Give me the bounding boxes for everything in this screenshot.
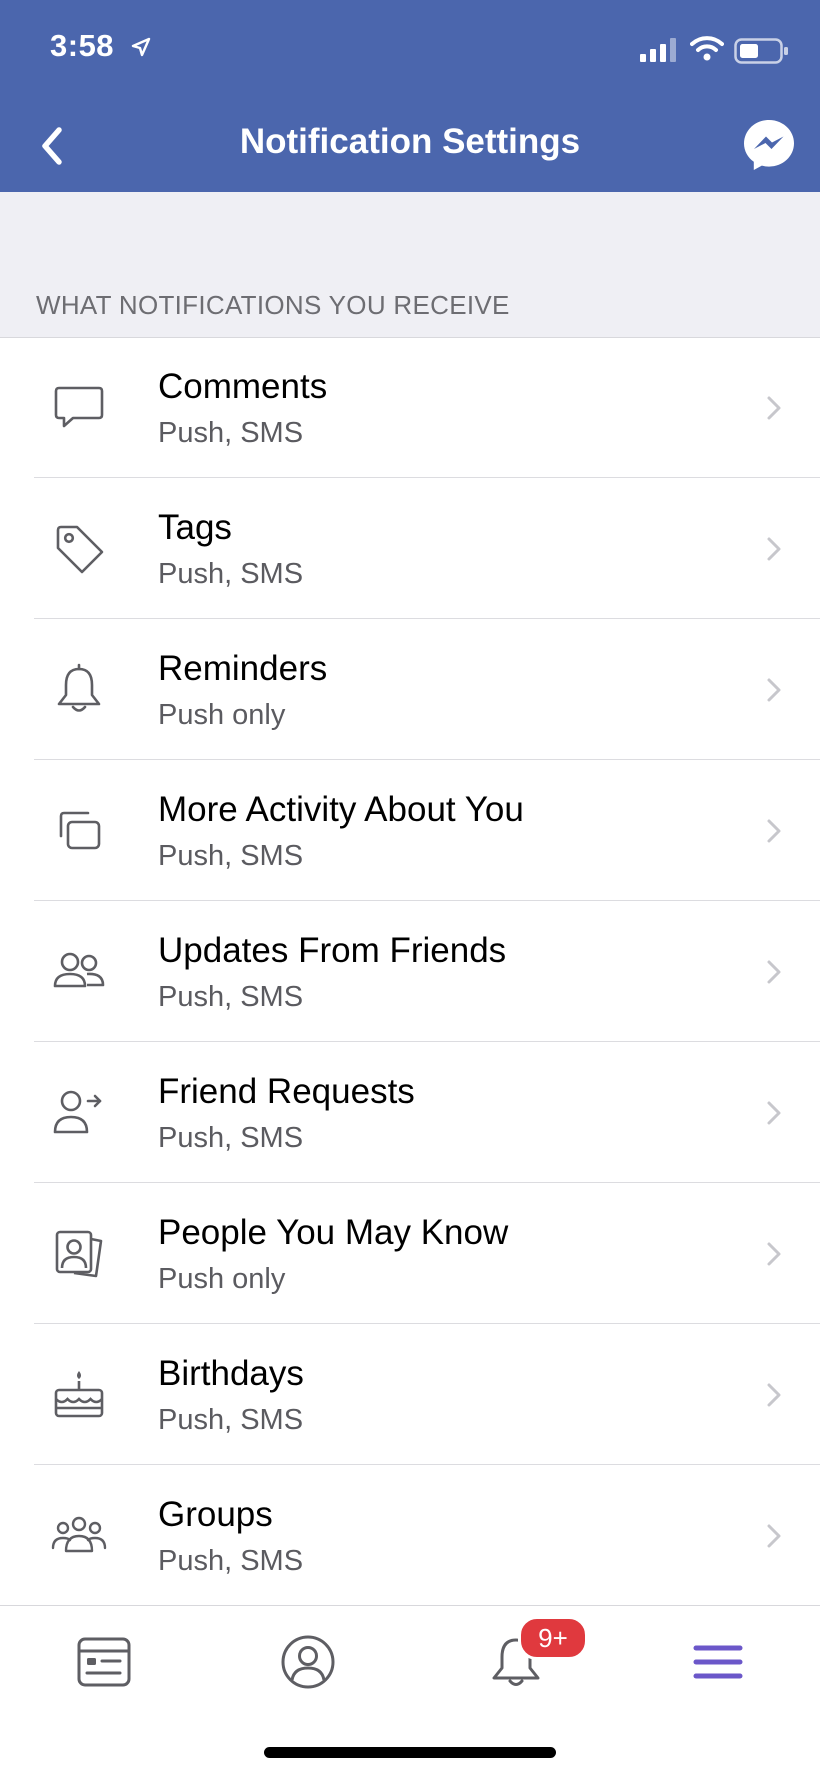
profile-icon[interactable] (276, 1630, 340, 1694)
list-item-subtitle: Push, SMS (158, 840, 304, 872)
chevron-right-icon (767, 819, 781, 843)
page-title: Notification Settings (239, 122, 581, 161)
list-item-more-activity[interactable]: More Activity About You Push, SMS (0, 760, 820, 901)
list-item-subtitle: Push, SMS (158, 1404, 304, 1436)
list-item-people-you-may-know[interactable]: People You May Know Push only (0, 1183, 820, 1324)
friends-icon (53, 952, 105, 988)
status-time: 3:58 (50, 28, 115, 63)
chevron-right-icon (767, 678, 781, 702)
section-header: WHAT NOTIFICATIONS YOU RECEIVE (36, 290, 510, 320)
list-item-subtitle: Push, SMS (158, 558, 304, 590)
chevron-right-icon (767, 960, 781, 984)
list-item-subtitle: Push, SMS (158, 981, 304, 1013)
battery-icon (734, 38, 788, 64)
list-item-comments[interactable]: Comments Push, SMS (0, 337, 820, 478)
chevron-right-icon (767, 1242, 781, 1266)
list-item-title: Reminders (158, 649, 328, 688)
list-item-groups[interactable]: Groups Push, SMS (0, 1465, 820, 1606)
cellular-signal-icon (640, 38, 676, 62)
chevron-right-icon (767, 1101, 781, 1125)
menu-icon[interactable] (686, 1630, 750, 1694)
news-feed-icon[interactable] (72, 1630, 136, 1694)
friend-request-icon (53, 1090, 102, 1134)
list-item-friend-requests[interactable]: Friend Requests Push, SMS (0, 1042, 820, 1183)
list-item-updates-from-friends[interactable]: Updates From Friends Push, SMS (0, 901, 820, 1042)
messenger-icon[interactable] (742, 118, 796, 172)
list-item-subtitle: Push, SMS (158, 417, 304, 449)
list-item-subtitle: Push, SMS (158, 1545, 304, 1577)
wifi-icon (690, 36, 724, 61)
list-item-title: Birthdays (158, 1354, 304, 1393)
comment-icon (54, 386, 104, 428)
people-you-may-know-icon (55, 1230, 103, 1278)
list-item-title: Friend Requests (158, 1072, 415, 1111)
tag-icon (56, 525, 104, 574)
list-item-subtitle: Push only (158, 1263, 286, 1295)
groups-icon (51, 1516, 107, 1553)
list-item-title: Groups (158, 1495, 273, 1534)
activity-icon (59, 811, 101, 850)
bell-icon (57, 663, 101, 712)
list-item-subtitle: Push, SMS (158, 1122, 304, 1154)
chevron-right-icon (767, 1524, 781, 1548)
cake-icon (54, 1371, 104, 1418)
top-bar: 3:58 Notification Settings (0, 0, 820, 192)
chevron-right-icon (767, 396, 781, 420)
home-indicator (264, 1747, 556, 1758)
chevron-right-icon (767, 1383, 781, 1407)
notification-settings-list: Comments Push, SMS Tags Push, SMS Remind… (0, 337, 820, 1606)
chevron-right-icon (767, 537, 781, 561)
list-item-title: People You May Know (158, 1213, 509, 1252)
status-bar: 3:58 (0, 0, 820, 100)
list-item-title: Tags (158, 508, 232, 547)
list-item-title: Updates From Friends (158, 931, 507, 970)
location-arrow-icon (131, 37, 151, 57)
list-item-title: More Activity About You (158, 790, 524, 829)
notification-badge: 9+ (518, 1616, 588, 1660)
list-item-birthdays[interactable]: Birthdays Push, SMS (0, 1324, 820, 1465)
list-item-title: Comments (158, 367, 328, 406)
list-item-tags[interactable]: Tags Push, SMS (0, 478, 820, 619)
list-item-subtitle: Push only (158, 699, 286, 731)
list-item-reminders[interactable]: Reminders Push only (0, 619, 820, 760)
